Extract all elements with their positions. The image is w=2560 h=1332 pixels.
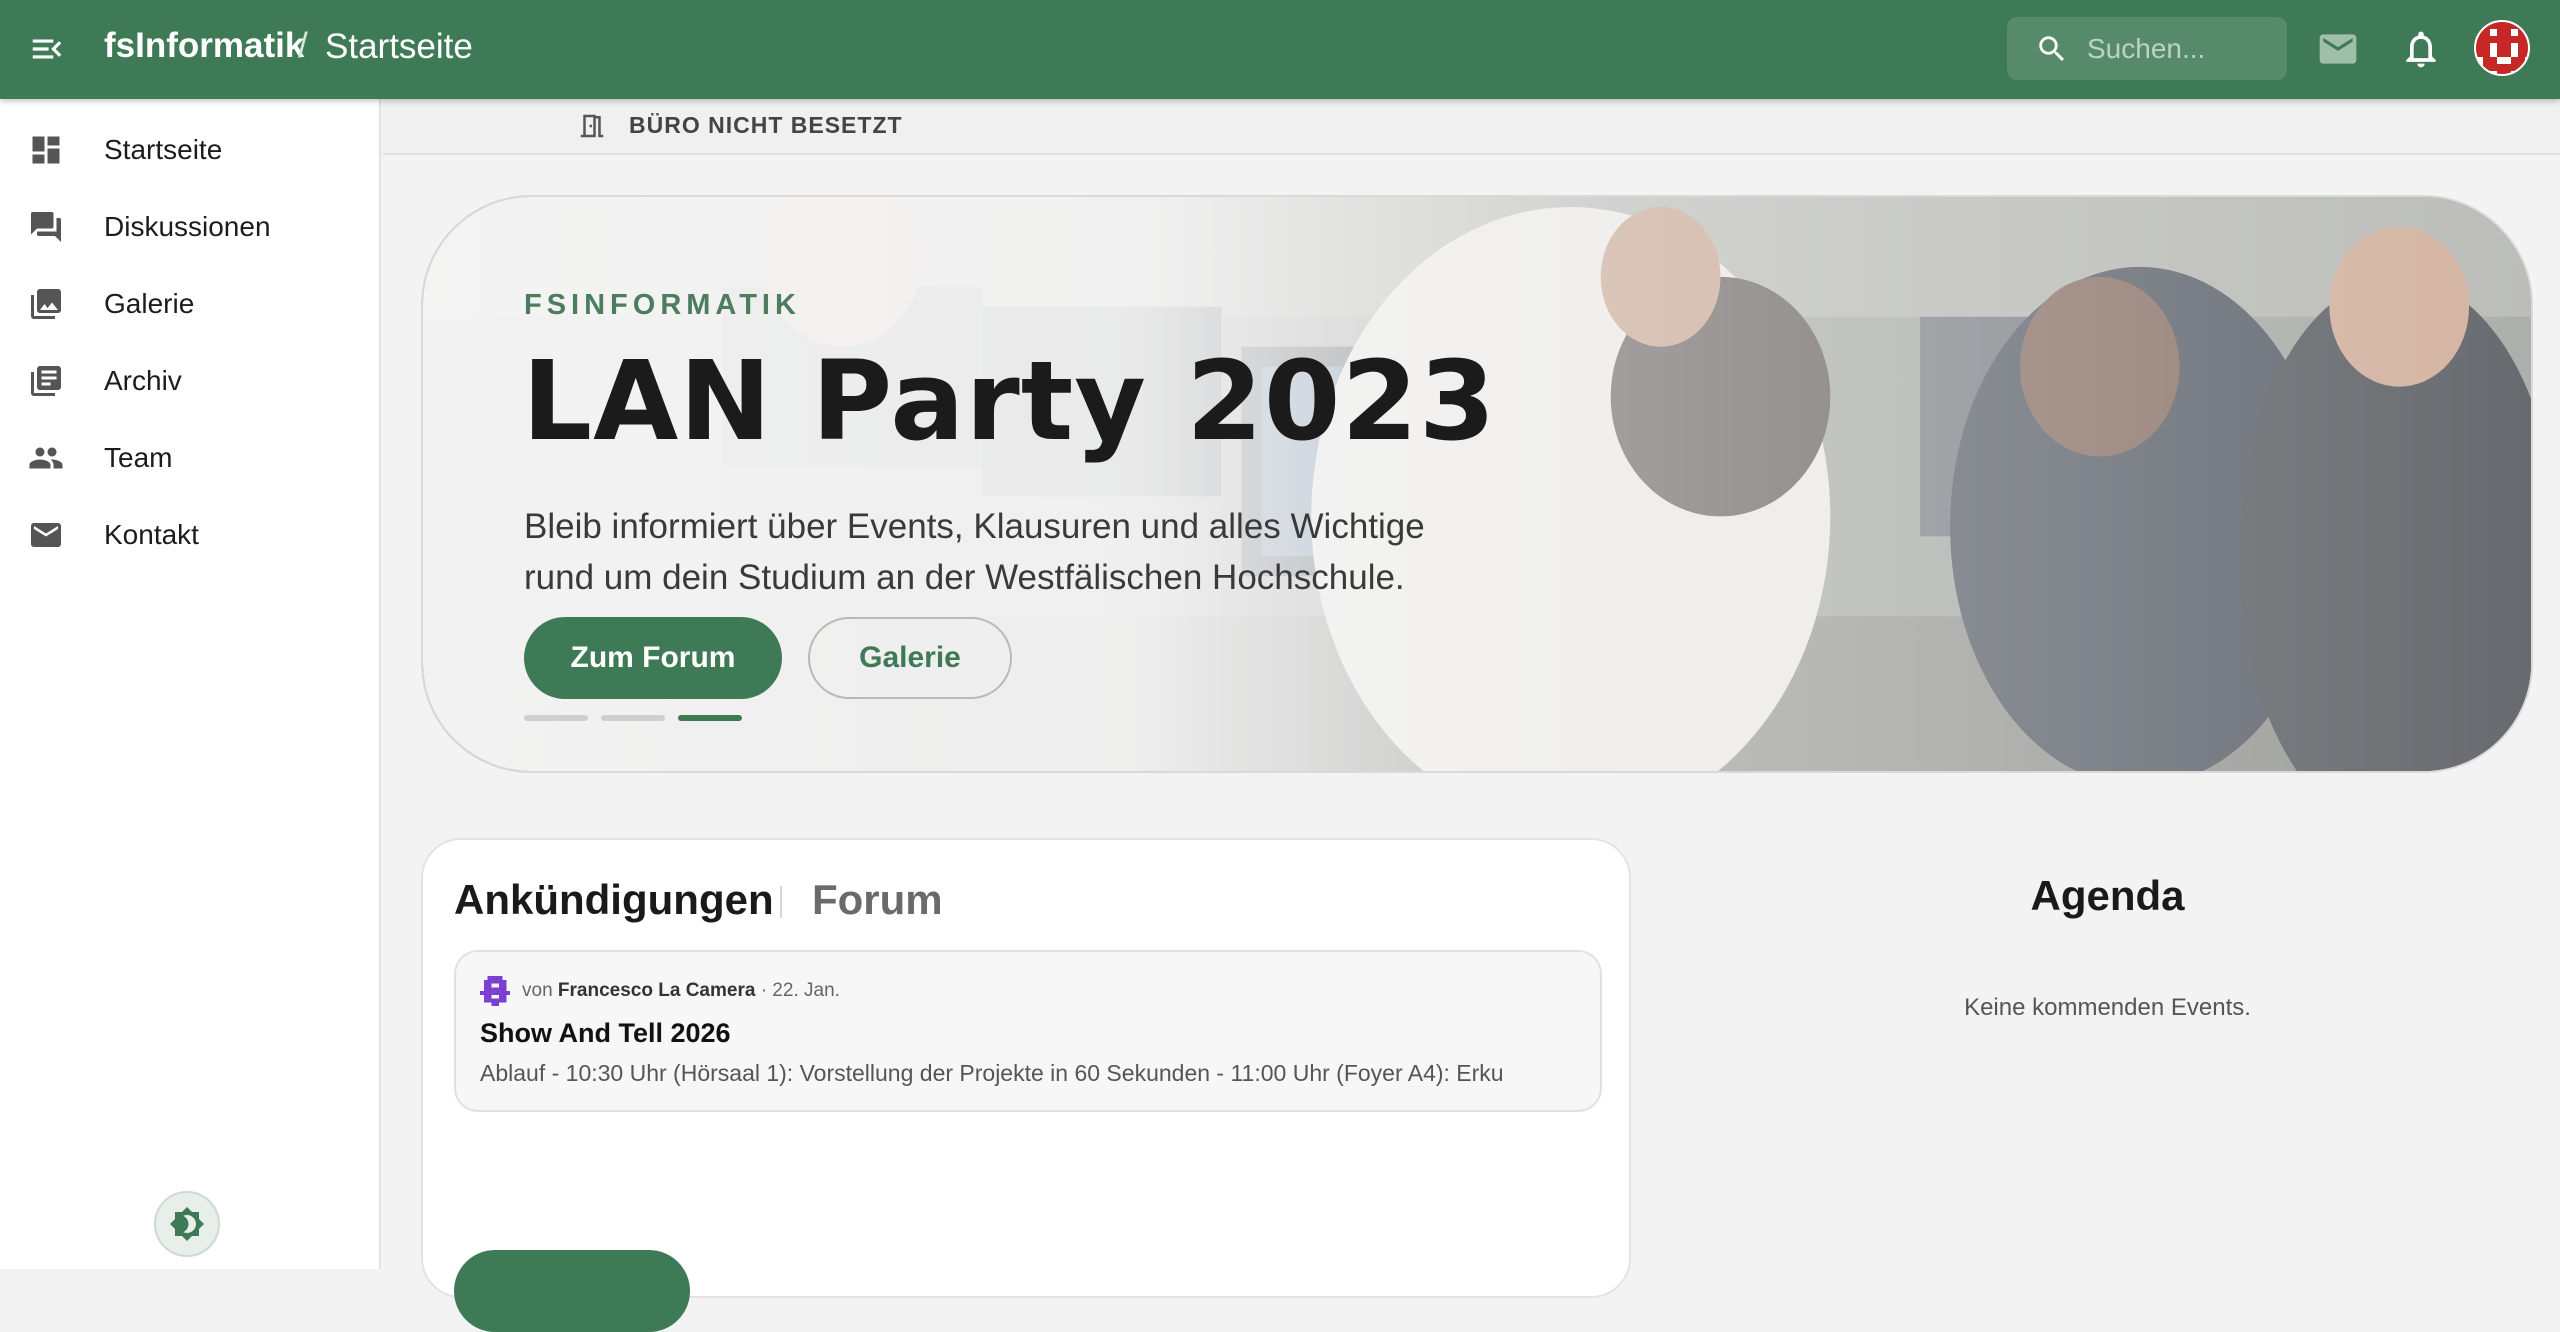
post-title: Show And Tell 2026 bbox=[480, 1018, 731, 1048]
notifications-bell-icon[interactable] bbox=[2399, 27, 2443, 71]
sidebar-item-label: Startseite bbox=[104, 134, 223, 165]
tab-announcements[interactable]: Ankündigungen bbox=[454, 876, 774, 924]
sidebar-item-label: Team bbox=[104, 442, 173, 473]
agenda-title: Agenda bbox=[2030, 872, 2185, 919]
hero-kicker: FSINFORMATIK bbox=[524, 289, 801, 321]
sidebar-item-label: Kontakt bbox=[104, 519, 199, 550]
hero-title: LAN Party 2023 bbox=[522, 337, 1497, 465]
agenda-empty-state: Keine kommenden Events. bbox=[1964, 994, 2251, 1021]
sidebar-item-kontakt[interactable]: Kontakt bbox=[0, 500, 381, 570]
carousel-indicators bbox=[524, 715, 742, 721]
hero-carousel: FSINFORMATIK LAN Party 2023 Bleib inform… bbox=[421, 195, 2533, 773]
sidebar-item-label: Diskussionen bbox=[104, 211, 271, 242]
announcements-card: Ankündigungen Forum von Francesco La Cam… bbox=[421, 838, 1631, 1332]
avatar-pattern-icon bbox=[2476, 22, 2528, 74]
office-status-bar: BÜRO NICHT BESETZT bbox=[383, 99, 2560, 155]
gallery-button[interactable]: Galerie bbox=[808, 617, 1012, 699]
post-author-prefix: von bbox=[522, 980, 553, 1001]
forum-button[interactable]: Zum Forum bbox=[524, 617, 782, 699]
gallery-icon bbox=[31, 289, 61, 319]
sidebar-item-galerie[interactable]: Galerie bbox=[0, 269, 381, 339]
author-avatar-icon bbox=[480, 976, 510, 1006]
menu-open-icon[interactable] bbox=[28, 30, 66, 68]
messages-icon[interactable] bbox=[2316, 27, 2360, 71]
user-avatar[interactable] bbox=[2474, 20, 2530, 76]
search-icon bbox=[2039, 35, 2065, 61]
top-app-bar: fsInformatik / Startseite bbox=[0, 0, 2560, 99]
carousel-dot[interactable] bbox=[524, 715, 588, 721]
sidebar-item-label: Galerie bbox=[104, 288, 195, 319]
carousel-dot[interactable] bbox=[601, 715, 665, 721]
office-status-text: BÜRO NICHT BESETZT bbox=[629, 112, 903, 138]
more-announcements-button[interactable] bbox=[454, 1250, 690, 1332]
mail-icon bbox=[31, 523, 61, 547]
archive-icon bbox=[31, 366, 61, 396]
breadcrumb-current-page: Startseite bbox=[325, 27, 473, 66]
sidebar-item-team[interactable]: Team bbox=[0, 423, 381, 493]
theme-toggle-button[interactable] bbox=[154, 1191, 220, 1257]
post-excerpt: Ablauf - 10:30 Uhr (Hörsaal 1): Vorstell… bbox=[480, 1060, 1504, 1086]
search-input[interactable] bbox=[2087, 32, 2277, 65]
post-author[interactable]: Francesco La Camera bbox=[558, 980, 756, 1001]
brand-link[interactable]: fsInformatik bbox=[104, 26, 304, 66]
sidebar-item-label: Archiv bbox=[104, 365, 182, 396]
hero-description: Bleib informiert über Events, Klausuren … bbox=[524, 507, 1425, 597]
door-icon bbox=[580, 114, 604, 138]
sidebar-nav: Startseite Diskussionen Galerie Archiv T… bbox=[0, 99, 381, 1269]
tab-forum[interactable]: Forum bbox=[812, 876, 943, 924]
post-date: · 22. Jan. bbox=[760, 980, 840, 1001]
sidebar-item-startseite[interactable]: Startseite bbox=[0, 115, 381, 185]
dashboard-icon bbox=[32, 136, 60, 164]
forum-icon bbox=[31, 212, 61, 242]
post-meta: von Francesco La Camera · 22. Jan. bbox=[522, 980, 840, 1002]
sidebar-item-archiv[interactable]: Archiv bbox=[0, 346, 381, 416]
announcement-post[interactable]: von Francesco La Camera · 22. Jan. Show … bbox=[454, 950, 1602, 1112]
breadcrumb-separator: / bbox=[298, 26, 308, 65]
tab-divider bbox=[780, 886, 782, 918]
search-box[interactable] bbox=[2007, 17, 2287, 80]
sidebar-item-diskussionen[interactable]: Diskussionen bbox=[0, 192, 381, 262]
team-icon bbox=[29, 447, 63, 469]
carousel-dot-active[interactable] bbox=[678, 715, 742, 721]
brightness-icon bbox=[170, 1207, 204, 1241]
